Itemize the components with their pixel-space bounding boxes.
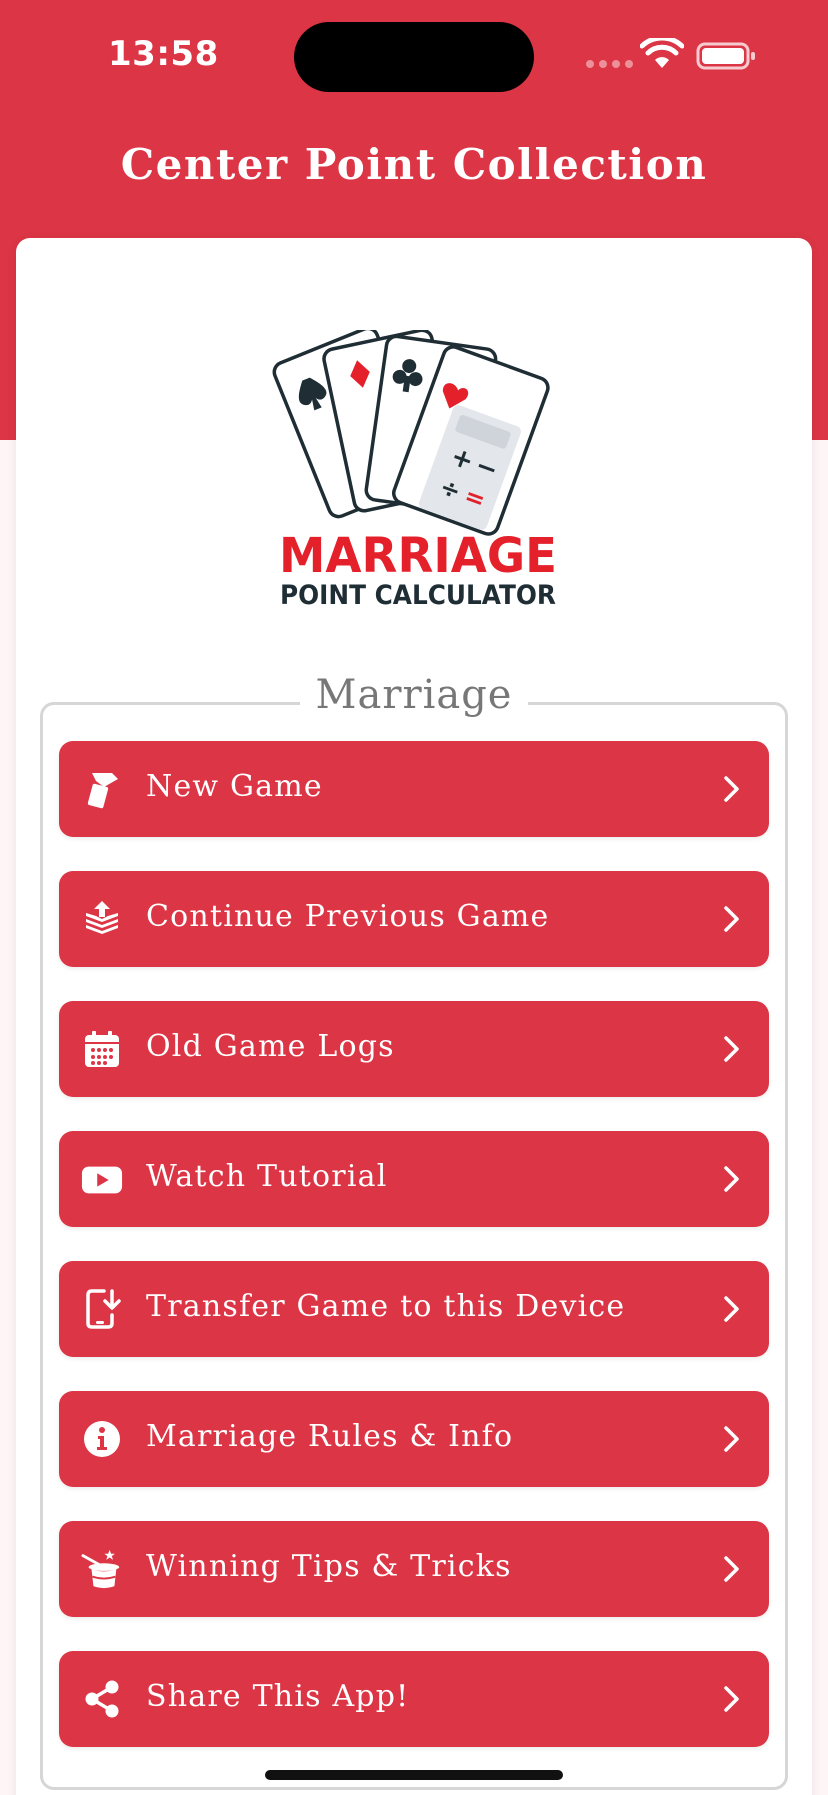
marriage-group-frame	[40, 702, 788, 1790]
marriage-rules-label: Marriage Rules & Info	[146, 1419, 514, 1454]
logo-line2: POINT CALCULATOR	[280, 580, 556, 610]
calendar-icon	[81, 1028, 123, 1070]
info-icon	[81, 1418, 123, 1460]
continue-previous-game-label: Continue Previous Game	[146, 899, 550, 934]
marriage-rules-button[interactable]: Marriage Rules & Info	[59, 1391, 769, 1487]
card-hand-icon	[81, 768, 123, 810]
watch-tutorial-button[interactable]: Watch Tutorial	[59, 1131, 769, 1227]
playing-cards-calculator-logo: + − ÷ = MARRIAGE POINT CALCULATOR	[272, 330, 557, 610]
battery-icon	[696, 42, 755, 70]
share-app-label: Share This App!	[146, 1679, 410, 1714]
chevron-right-icon	[724, 1296, 739, 1322]
winning-tips-button[interactable]: Winning Tips & Tricks	[59, 1521, 769, 1617]
status-bar: 13:58	[0, 0, 828, 110]
youtube-play-icon	[81, 1158, 123, 1200]
chevron-right-icon	[724, 1166, 739, 1192]
chevron-right-icon	[724, 1686, 739, 1712]
chevron-right-icon	[724, 1556, 739, 1582]
chevron-right-icon	[724, 906, 739, 932]
watch-tutorial-label: Watch Tutorial	[146, 1159, 388, 1194]
new-game-button[interactable]: New Game	[59, 741, 769, 837]
status-time: 13:58	[108, 34, 219, 74]
app-title: Center Point Collection	[120, 140, 708, 189]
continue-previous-game-button[interactable]: Continue Previous Game	[59, 871, 769, 967]
chevron-right-icon	[724, 1426, 739, 1452]
old-game-logs-label: Old Game Logs	[146, 1029, 395, 1064]
chevron-right-icon	[724, 1036, 739, 1062]
home-indicator[interactable]	[265, 1770, 563, 1780]
app-screen: 13:58 Center Point Collection + − ÷ = MA…	[0, 0, 828, 1795]
new-game-label: New Game	[146, 769, 323, 804]
wifi-icon	[640, 38, 684, 68]
chevron-right-icon	[724, 776, 739, 802]
old-game-logs-button[interactable]: Old Game Logs	[59, 1001, 769, 1097]
winning-tips-label: Winning Tips & Tricks	[146, 1549, 512, 1584]
cellular-signal-icon	[586, 60, 633, 68]
stack-upload-icon	[81, 898, 123, 940]
share-app-button[interactable]: Share This App!	[59, 1651, 769, 1747]
dynamic-island	[294, 22, 534, 92]
transfer-game-label: Transfer Game to this Device	[146, 1289, 626, 1324]
magic-hat-icon	[81, 1548, 123, 1590]
transfer-game-button[interactable]: Transfer Game to this Device	[59, 1261, 769, 1357]
phone-download-icon	[81, 1288, 123, 1330]
share-icon	[81, 1678, 123, 1720]
logo-line1: MARRIAGE	[279, 528, 557, 584]
